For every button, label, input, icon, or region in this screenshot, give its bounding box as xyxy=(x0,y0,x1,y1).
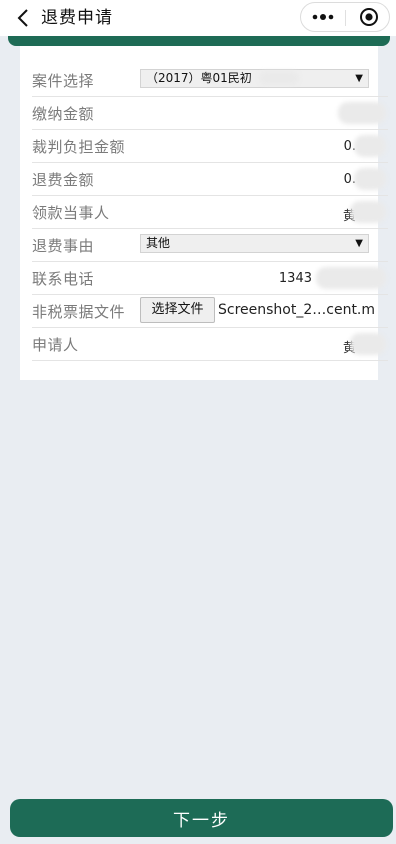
dropdown-arrow-icon: ▼ xyxy=(355,238,363,249)
selected-file-name: Screenshot_2…cent.m xyxy=(218,302,376,318)
case-select-value: （2017）粤01民初 xyxy=(146,71,252,85)
refund-application-page: 退费申请 案件选择 （2017）粤01民初 ▼ 缴纳金额 裁判负担金额 0. 退… xyxy=(0,0,396,844)
refund-amount-row: 退费金额 0. xyxy=(32,163,388,196)
non-tax-file-row: 非税票据文件 选择文件 Screenshot_2…cent.m xyxy=(32,295,388,328)
choose-file-button[interactable]: 选择文件 xyxy=(140,297,215,323)
close-button[interactable] xyxy=(349,3,389,31)
redaction-blur xyxy=(338,102,386,124)
chevron-left-icon xyxy=(17,9,28,27)
refund-reason-row: 退费事由 其他 ▼ xyxy=(32,229,388,262)
case-select-dropdown[interactable]: （2017）粤01民初 ▼ xyxy=(140,69,369,88)
more-button[interactable] xyxy=(303,3,343,31)
applicant-label: 申请人 xyxy=(32,336,79,354)
payee-row: 领款当事人 黄 xyxy=(32,196,388,229)
judged-amount-row: 裁判负担金额 0. xyxy=(32,130,388,163)
case-select-label: 案件选择 xyxy=(32,72,95,90)
redaction-blur xyxy=(350,333,386,355)
refund-reason-label: 退费事由 xyxy=(32,237,95,255)
payment-amount-label: 缴纳金额 xyxy=(32,105,95,123)
next-step-button[interactable]: 下一步 xyxy=(10,799,393,837)
refund-reason-value: 其他 xyxy=(146,236,171,250)
capsule-divider xyxy=(345,10,346,26)
payee-label: 领款当事人 xyxy=(32,204,110,222)
redaction-blur xyxy=(354,168,386,190)
judged-amount-label: 裁判负担金额 xyxy=(32,138,126,156)
refund-reason-dropdown[interactable]: 其他 ▼ xyxy=(140,234,369,253)
more-dots-icon xyxy=(312,14,334,20)
redaction-blur xyxy=(316,267,386,289)
refund-amount-label: 退费金额 xyxy=(32,171,95,189)
target-close-icon xyxy=(360,8,378,26)
case-select-row: 案件选择 （2017）粤01民初 ▼ xyxy=(32,64,388,97)
phone-value: 1343 xyxy=(278,271,312,286)
redaction-blur xyxy=(354,135,386,157)
top-nav-bar: 退费申请 xyxy=(0,0,396,36)
phone-row: 联系电话 1343 xyxy=(32,262,388,295)
header-banner xyxy=(8,36,390,46)
redaction-blur xyxy=(259,71,299,85)
non-tax-file-label: 非税票据文件 xyxy=(32,303,126,321)
page-title: 退费申请 xyxy=(41,8,113,28)
dropdown-arrow-icon: ▼ xyxy=(355,73,363,84)
phone-label: 联系电话 xyxy=(32,270,95,288)
applicant-row: 申请人 黄 xyxy=(32,328,388,361)
redaction-blur xyxy=(350,201,386,223)
refund-form: 案件选择 （2017）粤01民初 ▼ 缴纳金额 裁判负担金额 0. 退费金额 0… xyxy=(20,46,388,380)
payment-amount-row: 缴纳金额 xyxy=(32,97,388,130)
back-button[interactable] xyxy=(12,6,34,30)
mini-program-capsule xyxy=(300,2,390,32)
